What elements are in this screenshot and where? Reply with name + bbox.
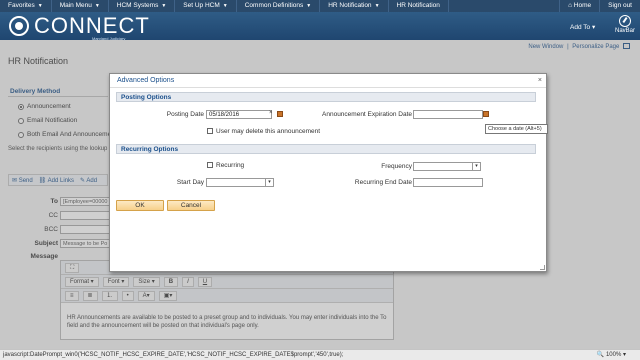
cancel-button[interactable]: Cancel [167,200,215,211]
start-day-label: Start Day [176,179,204,186]
brand-header: CONNECT Maryland Judiciary Add To ▾ NavB… [0,12,640,41]
breadcrumb-hr-notification-current[interactable]: HR Notification [389,0,449,12]
calendar-icon[interactable] [277,111,283,117]
breadcrumb-setup-hcm[interactable]: Set Up HCM ▼ [175,0,237,12]
top-menu-bar: Favorites ▼ Main Menu ▼ HCM Systems ▼ Set U… [0,0,640,12]
chevron-down-icon: ▼ [94,3,100,9]
ok-button[interactable]: OK [116,200,164,211]
resize-handle[interactable] [540,265,545,270]
browser-status-bar: javascript:DatePrompt_win0('HCSC_NOTIF_H… [0,349,640,360]
breadcrumb-hr-notification[interactable]: HR Notification ▼ [320,0,389,12]
calendar-icon[interactable] [483,111,489,117]
navbar-button[interactable]: NavBar [612,13,638,39]
recurring-label: Recurring [216,162,245,169]
status-text: javascript:DatePrompt_win0('HCSC_NOTIF_H… [3,352,344,358]
clear-date-icon[interactable]: × [269,110,273,116]
user-delete-checkbox[interactable] [207,128,213,134]
recurring-options-header: Recurring Options [116,144,536,154]
chevron-down-icon: ▼ [37,3,43,9]
posting-options-header: Posting Options [116,92,536,102]
recurring-end-date-field[interactable] [413,178,483,187]
chevron-down-icon: ▼ [306,3,312,9]
breadcrumb-common-definitions[interactable]: Common Definitions ▼ [237,0,321,12]
user-delete-label: User may delete this announcement [216,128,321,135]
expiration-date-field[interactable] [413,110,483,119]
zoom-level[interactable]: 🔍 100% ▾ [597,350,626,360]
close-icon[interactable]: × [538,77,542,84]
dialog-title: Advanced Options [110,74,546,88]
posting-date-label: Posting Date [166,111,204,118]
frequency-select[interactable]: ▾ [413,162,481,171]
breadcrumb-hcm-systems[interactable]: HCM Systems ▼ [109,0,176,12]
chevron-down-icon: ▾ [265,179,273,186]
posting-date-field[interactable]: 05/18/2016 [206,110,272,119]
recurring-end-date-label: Recurring End Date [354,179,412,186]
chevron-down-icon: ▼ [161,3,167,9]
menu-favorites[interactable]: Favorites ▼ [0,0,52,12]
expiration-date-label: Announcement Expiration Date [322,111,412,118]
start-day-select[interactable]: ▾ [206,178,274,187]
chevron-down-icon: ▼ [222,3,228,9]
signout-link[interactable]: Sign out [599,0,640,12]
chevron-down-icon: ▼ [374,3,380,9]
home-link[interactable]: ⌂ Home [559,0,599,12]
menu-main[interactable]: Main Menu ▼ [52,0,109,12]
chevron-down-icon: ▾ [591,24,596,31]
frequency-label: Frequency [381,163,412,170]
zoom-icon: 🔍 [596,352,606,358]
calendar-tooltip: Choose a date (Alt+5) [485,124,548,134]
compass-icon [619,15,631,27]
connect-logo-icon [9,16,29,36]
advanced-options-dialog: Advanced Options × Posting Options Posti… [109,73,547,272]
chevron-down-icon: ▾ [472,163,480,170]
recurring-checkbox[interactable] [207,162,213,168]
add-to-menu[interactable]: Add To ▾ [570,23,595,31]
